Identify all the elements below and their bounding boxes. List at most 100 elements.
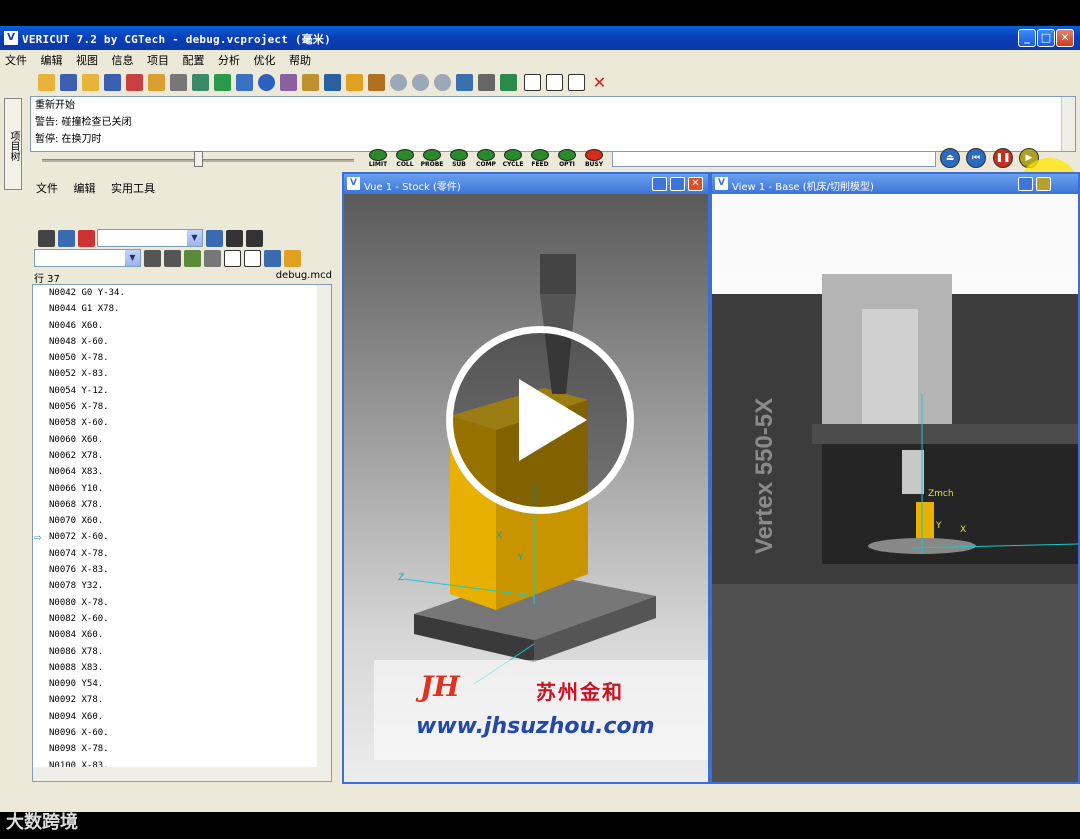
rewind-icon[interactable]: ⏮ [966, 148, 986, 168]
cut-icon[interactable] [126, 74, 143, 91]
open-file-icon[interactable] [82, 74, 99, 91]
single-view-icon[interactable] [524, 74, 541, 91]
code-line[interactable]: N0098 X-78. [33, 741, 331, 757]
code-line[interactable]: N0064 X83. [33, 464, 331, 480]
eraser-icon[interactable] [204, 250, 221, 267]
close-view-icon[interactable]: ✕ [591, 74, 608, 91]
title-bar[interactable]: V VERICUT 7.2 by CGTech - debug.vcprojec… [0, 26, 1080, 50]
menu-optimize[interactable]: 优化 [249, 50, 281, 70]
code-line[interactable]: N0054 Y-12. [33, 383, 331, 399]
code-line[interactable]: N0048 X-60. [33, 334, 331, 350]
menu-analysis[interactable]: 分析 [213, 50, 245, 70]
code-line[interactable]: N0052 X-83. [33, 366, 331, 382]
split-horizontal-icon[interactable] [568, 74, 585, 91]
current-code-line[interactable]: N0072 X-60. [33, 529, 331, 546]
led-comp[interactable]: COMP [474, 149, 498, 169]
menu-help[interactable]: 帮助 [284, 50, 316, 70]
code-vertical-scrollbar[interactable] [317, 285, 331, 769]
led-feed[interactable]: FEED [528, 149, 552, 169]
code-line[interactable]: N0084 X60. [33, 627, 331, 643]
model-icon[interactable] [346, 74, 363, 91]
code-line[interactable]: N0096 X-60. [33, 725, 331, 741]
code-line[interactable]: N0044 G1 X78. [33, 301, 331, 317]
code-line[interactable]: N0058 X-60. [33, 415, 331, 431]
marker-icon[interactable] [184, 250, 201, 267]
project-tree-tab[interactable]: 项目树 [4, 98, 22, 190]
setup-icon[interactable] [236, 74, 253, 91]
stop-icon[interactable]: ❚❚ [993, 148, 1013, 168]
led-busy[interactable]: BUSY [582, 149, 606, 169]
code-line[interactable]: N0046 X60. [33, 318, 331, 334]
goto-icon[interactable] [206, 230, 223, 247]
led-limit[interactable]: LIMIT [366, 149, 390, 169]
menu-file[interactable]: 文件 [0, 50, 32, 70]
base-view-minimize-button[interactable] [1018, 177, 1033, 191]
menu-project[interactable]: 项目 [142, 50, 174, 70]
code-line[interactable]: N0068 X78. [33, 497, 331, 513]
tool-icon[interactable] [192, 74, 209, 91]
sigma-icon[interactable] [144, 250, 161, 267]
vericut-icon[interactable] [78, 230, 95, 247]
code-menu-utilities[interactable]: 实用工具 [105, 178, 161, 198]
pan-icon[interactable] [500, 74, 517, 91]
code-line[interactable]: N0074 X-78. [33, 546, 331, 562]
machine-3d-canvas[interactable]: Zmch Y X Vertex 550-5X [712, 194, 1078, 782]
shield-icon[interactable] [324, 74, 341, 91]
code-line[interactable]: N0086 X78. [33, 644, 331, 660]
code-line[interactable]: N0056 X-78. [33, 399, 331, 415]
zoom-in-icon[interactable] [412, 74, 429, 91]
menu-config[interactable]: 配置 [178, 50, 210, 70]
led-probe[interactable]: PROBE [420, 149, 444, 169]
save-icon[interactable] [60, 74, 77, 91]
code-line[interactable]: N0042 G0 Y-34. [33, 285, 331, 301]
nc-code-list[interactable]: N0042 G0 Y-34. N0044 G1 X78. N0046 X60. N00… [32, 284, 332, 782]
code-line[interactable]: N0082 X-60. [33, 611, 331, 627]
zoom-icon[interactable] [390, 74, 407, 91]
code-line[interactable]: N0070 X60. [33, 513, 331, 529]
nc-program-icon[interactable] [170, 74, 187, 91]
save-as-icon[interactable] [104, 74, 121, 91]
menu-info[interactable]: 信息 [107, 50, 139, 70]
stock-view-minimize-button[interactable] [652, 177, 667, 191]
binoculars-icon[interactable] [226, 230, 243, 247]
machine-icon[interactable] [280, 74, 297, 91]
layers-icon[interactable] [264, 250, 281, 267]
led-sub[interactable]: SUB [447, 149, 471, 169]
speed-slider-thumb[interactable] [194, 151, 203, 167]
led-cycle[interactable]: CYCLE [501, 149, 525, 169]
rotate-icon[interactable] [478, 74, 495, 91]
close-button[interactable]: ✕ [1056, 29, 1074, 47]
print-icon[interactable] [58, 230, 75, 247]
filter-combo[interactable]: ▼ [34, 249, 141, 267]
stock-view-maximize-button[interactable] [670, 177, 685, 191]
code-line[interactable]: N0066 Y10. [33, 481, 331, 497]
led-coll[interactable]: COLL [393, 149, 417, 169]
code-line[interactable]: N0094 X60. [33, 709, 331, 725]
open-folder-icon[interactable] [38, 74, 55, 91]
base-view-maximize-button[interactable] [1036, 177, 1051, 191]
code-line[interactable]: N0088 X83. [33, 660, 331, 676]
eject-icon[interactable]: ⏏ [940, 148, 960, 168]
report-icon[interactable] [368, 74, 385, 91]
find-next-icon[interactable] [246, 230, 263, 247]
import-icon[interactable] [148, 74, 165, 91]
code-line[interactable]: N0092 X78. [33, 692, 331, 708]
code-line[interactable]: N0090 Y54. [33, 676, 331, 692]
search-combo[interactable]: ▼ [97, 229, 203, 247]
export-icon[interactable] [284, 250, 301, 267]
video-play-button[interactable] [446, 326, 634, 514]
code-menu-file[interactable]: 文件 [30, 178, 64, 198]
code-line[interactable]: N0060 X60. [33, 432, 331, 448]
stock-view-close-button[interactable]: ✕ [688, 177, 703, 191]
code-line[interactable]: N0076 X-83. [33, 562, 331, 578]
columns-icon[interactable] [224, 250, 241, 267]
minimize-button[interactable]: _ [1018, 29, 1036, 47]
split-vertical-icon[interactable] [546, 74, 563, 91]
rows-icon[interactable] [244, 250, 261, 267]
fit-icon[interactable] [456, 74, 473, 91]
grid-icon[interactable] [38, 230, 55, 247]
led-opti[interactable]: OPTI [555, 149, 579, 169]
sigma-step-icon[interactable] [164, 250, 181, 267]
code-menu-edit[interactable]: 编辑 [68, 178, 102, 198]
code-line[interactable]: N0062 X78. [33, 448, 331, 464]
